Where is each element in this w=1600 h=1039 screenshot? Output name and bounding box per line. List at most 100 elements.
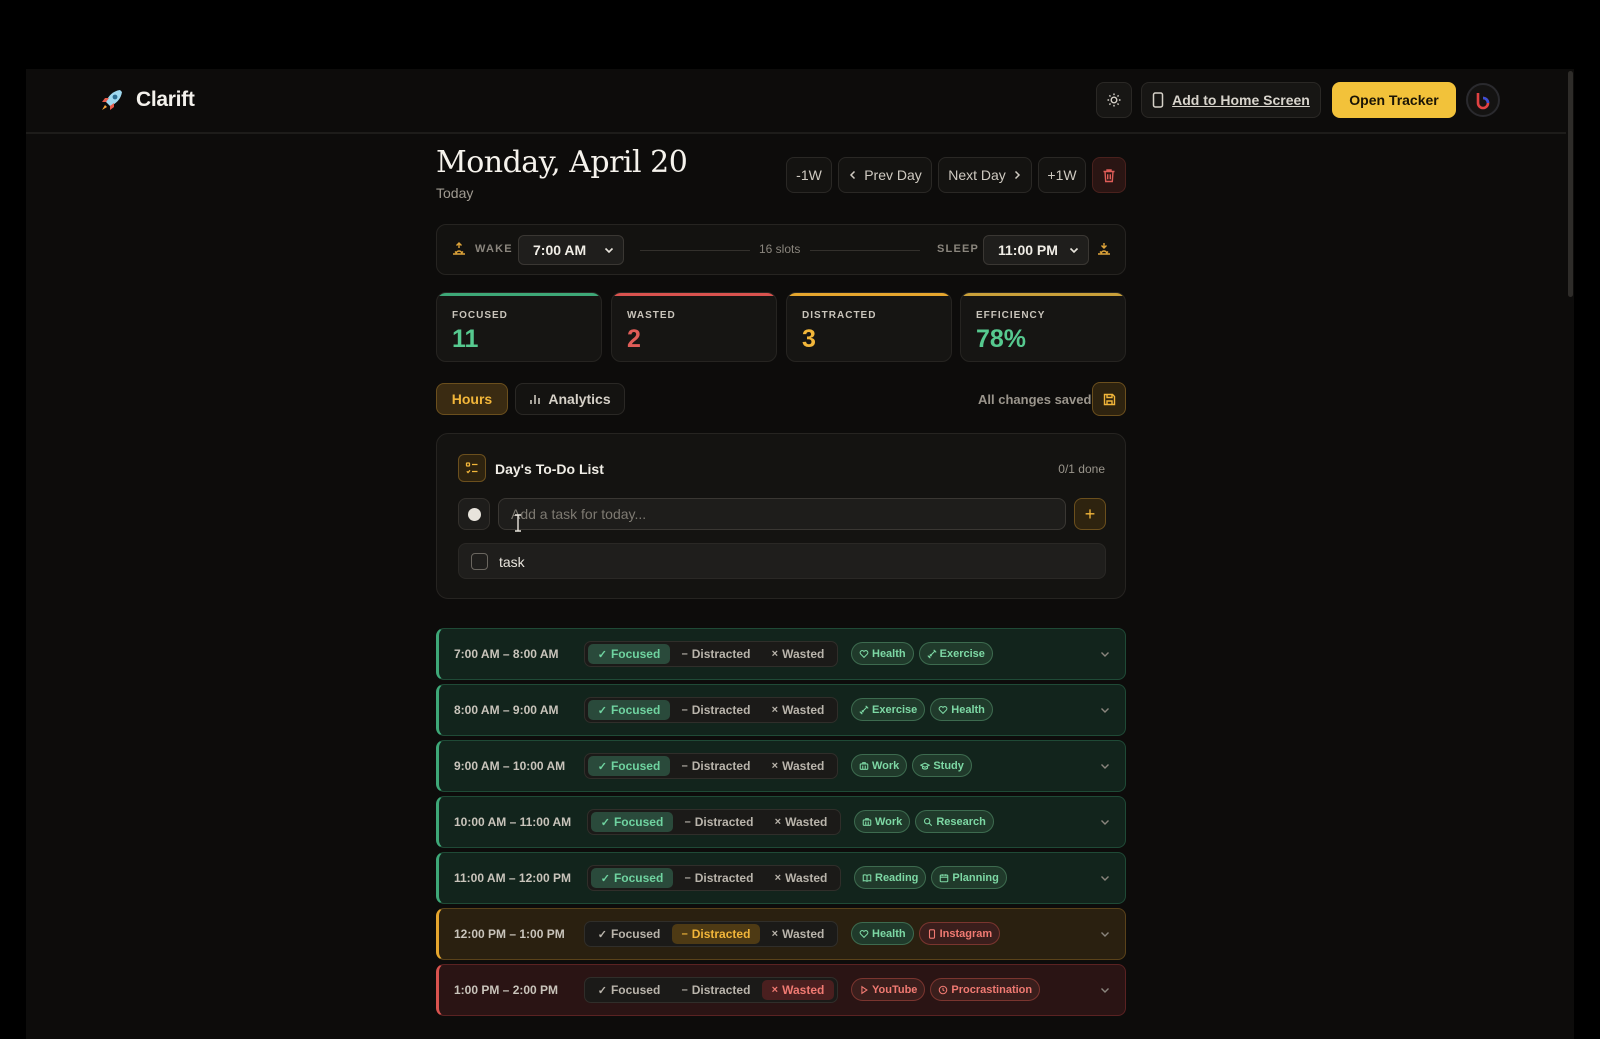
hour-slot-row[interactable]: 9:00 AM – 10:00 AM ✓ Focused – Distracted × Wa… — [436, 740, 1126, 792]
stat-accent-bar — [612, 293, 776, 296]
status-option-label: Wasted — [785, 815, 828, 829]
status-option-distracted[interactable]: – Distracted — [675, 812, 763, 832]
status-option-wasted[interactable]: × Wasted — [762, 924, 834, 944]
add-to-home-button[interactable]: Add to Home Screen — [1141, 82, 1321, 118]
activity-tag[interactable]: Research — [915, 810, 994, 833]
hour-slot-row[interactable]: 1:00 PM – 2:00 PM ✓ Focused – Distracted × Was… — [436, 964, 1126, 1016]
status-option-focused[interactable]: ✓ Focused — [588, 924, 670, 944]
todo-title: Day's To-Do List — [495, 461, 604, 477]
activity-tag[interactable]: Health — [851, 642, 914, 665]
plus-week-button[interactable]: +1W — [1038, 157, 1086, 193]
next-day-button[interactable]: Next Day — [938, 157, 1032, 193]
status-option-label: Distracted — [691, 647, 751, 661]
activity-tag[interactable]: Health — [930, 698, 993, 721]
tab-analytics[interactable]: Analytics — [515, 383, 625, 415]
status-option-distracted[interactable]: – Distracted — [672, 700, 760, 720]
activity-tag[interactable]: Instagram — [918, 922, 1001, 945]
logo[interactable]: Clarift — [98, 86, 195, 114]
expand-chevron-icon[interactable] — [1099, 928, 1111, 940]
status-option-wasted[interactable]: × Wasted — [762, 980, 834, 1000]
activity-tag-label: Exercise — [939, 647, 985, 660]
hour-slot-row[interactable]: 7:00 AM – 8:00 AM ✓ Focused – Distracted × Was… — [436, 628, 1126, 680]
expand-chevron-icon[interactable] — [1099, 704, 1111, 716]
prev-day-button[interactable]: Prev Day — [838, 157, 932, 193]
expand-chevron-icon[interactable] — [1099, 648, 1111, 660]
slot-tags: Health Instagram — [851, 922, 1001, 945]
hour-slot-row[interactable]: 12:00 PM – 1:00 PM ✓ Focused – Distracted × Wa… — [436, 908, 1126, 960]
wake-time-select[interactable]: 7:00 AM — [518, 235, 624, 265]
chevron-down-icon — [1069, 247, 1079, 254]
status-option-label: Focused — [610, 983, 661, 997]
status-option-label: Distracted — [691, 983, 751, 997]
status-selector: ✓ Focused – Distracted × Wasted — [584, 641, 838, 667]
slot-time: 8:00 AM – 9:00 AM — [454, 703, 559, 717]
slot-time: 7:00 AM – 8:00 AM — [454, 647, 559, 661]
check-icon: ✓ — [600, 872, 610, 885]
briefcase-icon — [859, 761, 869, 770]
activity-tag[interactable]: Procrastination — [930, 978, 1041, 1001]
expand-chevron-icon[interactable] — [1099, 760, 1111, 772]
status-option-distracted[interactable]: – Distracted — [672, 644, 760, 664]
status-option-wasted[interactable]: × Wasted — [762, 700, 834, 720]
status-option-distracted[interactable]: – Distracted — [675, 868, 763, 888]
slot-count: 16 slots — [759, 242, 801, 256]
activity-tag-label: Procrastination — [951, 983, 1033, 996]
add-task-input[interactable] — [498, 498, 1066, 530]
status-option-wasted[interactable]: × Wasted — [765, 868, 837, 888]
expand-chevron-icon[interactable] — [1099, 984, 1111, 996]
todo-progress: 0/1 done — [1058, 462, 1105, 476]
status-option-focused[interactable]: ✓ Focused — [588, 980, 670, 1000]
theme-toggle-button[interactable] — [1096, 82, 1132, 118]
play-icon — [861, 985, 868, 994]
activity-tag[interactable]: Exercise — [851, 698, 926, 721]
stat-value: 78% — [976, 325, 1027, 353]
todo-checkbox[interactable] — [471, 553, 488, 570]
open-tracker-button[interactable]: Open Tracker — [1332, 82, 1456, 118]
status-option-focused[interactable]: ✓ Focused — [588, 644, 670, 664]
status-option-focused[interactable]: ✓ Focused — [588, 700, 670, 720]
hour-slot-row[interactable]: 10:00 AM – 11:00 AM ✓ Focused – Distracted × W… — [436, 796, 1126, 848]
add-task-button[interactable]: + — [1074, 498, 1106, 530]
expand-chevron-icon[interactable] — [1099, 872, 1111, 884]
task-priority-toggle[interactable] — [458, 498, 490, 530]
expand-chevron-icon[interactable] — [1099, 816, 1111, 828]
status-option-distracted[interactable]: – Distracted — [672, 756, 760, 776]
status-option-focused[interactable]: ✓ Focused — [591, 812, 673, 832]
briefcase-icon — [862, 817, 872, 826]
activity-tag[interactable]: Exercise — [918, 642, 993, 665]
hour-slot-row[interactable]: 11:00 AM – 12:00 PM ✓ Focused – Distracted × W… — [436, 852, 1126, 904]
x-icon: × — [771, 704, 779, 716]
status-option-wasted[interactable]: × Wasted — [762, 644, 834, 664]
status-option-label: Wasted — [782, 927, 825, 941]
phone-icon — [1152, 92, 1164, 108]
status-selector: ✓ Focused – Distracted × Wasted — [587, 809, 841, 835]
status-option-wasted[interactable]: × Wasted — [762, 756, 834, 776]
avatar[interactable] — [1466, 83, 1500, 117]
tab-hours[interactable]: Hours — [436, 383, 508, 415]
page-subtitle: Today — [436, 185, 474, 201]
activity-tag[interactable]: Health — [851, 922, 914, 945]
save-button[interactable] — [1092, 382, 1126, 416]
add-to-home-label: Add to Home Screen — [1172, 92, 1310, 108]
activity-tag[interactable]: YouTube — [851, 978, 926, 1001]
minus-week-button[interactable]: -1W — [786, 157, 832, 193]
divider — [640, 250, 750, 251]
status-option-distracted[interactable]: – Distracted — [672, 980, 760, 1000]
activity-tag[interactable]: Reading — [854, 866, 927, 889]
wake-time-value: 7:00 AM — [533, 242, 587, 258]
scrollbar[interactable] — [1566, 69, 1574, 1039]
activity-tag[interactable]: Study — [912, 754, 972, 777]
status-option-wasted[interactable]: × Wasted — [765, 812, 837, 832]
activity-tag[interactable]: Work — [854, 810, 911, 833]
stat-label: EFFICIENCY — [976, 310, 1046, 321]
activity-tag[interactable]: Planning — [931, 866, 1007, 889]
hour-slot-row[interactable]: 8:00 AM – 9:00 AM ✓ Focused – Distracted × Was… — [436, 684, 1126, 736]
activity-tag[interactable]: Work — [851, 754, 908, 777]
delete-day-button[interactable] — [1092, 157, 1126, 193]
todo-item[interactable]: task — [458, 543, 1106, 579]
status-option-focused[interactable]: ✓ Focused — [591, 868, 673, 888]
scrollbar-thumb[interactable] — [1568, 71, 1573, 297]
status-option-distracted[interactable]: – Distracted — [672, 924, 760, 944]
sleep-time-select[interactable]: 11:00 PM — [983, 235, 1089, 265]
status-option-focused[interactable]: ✓ Focused — [588, 756, 670, 776]
